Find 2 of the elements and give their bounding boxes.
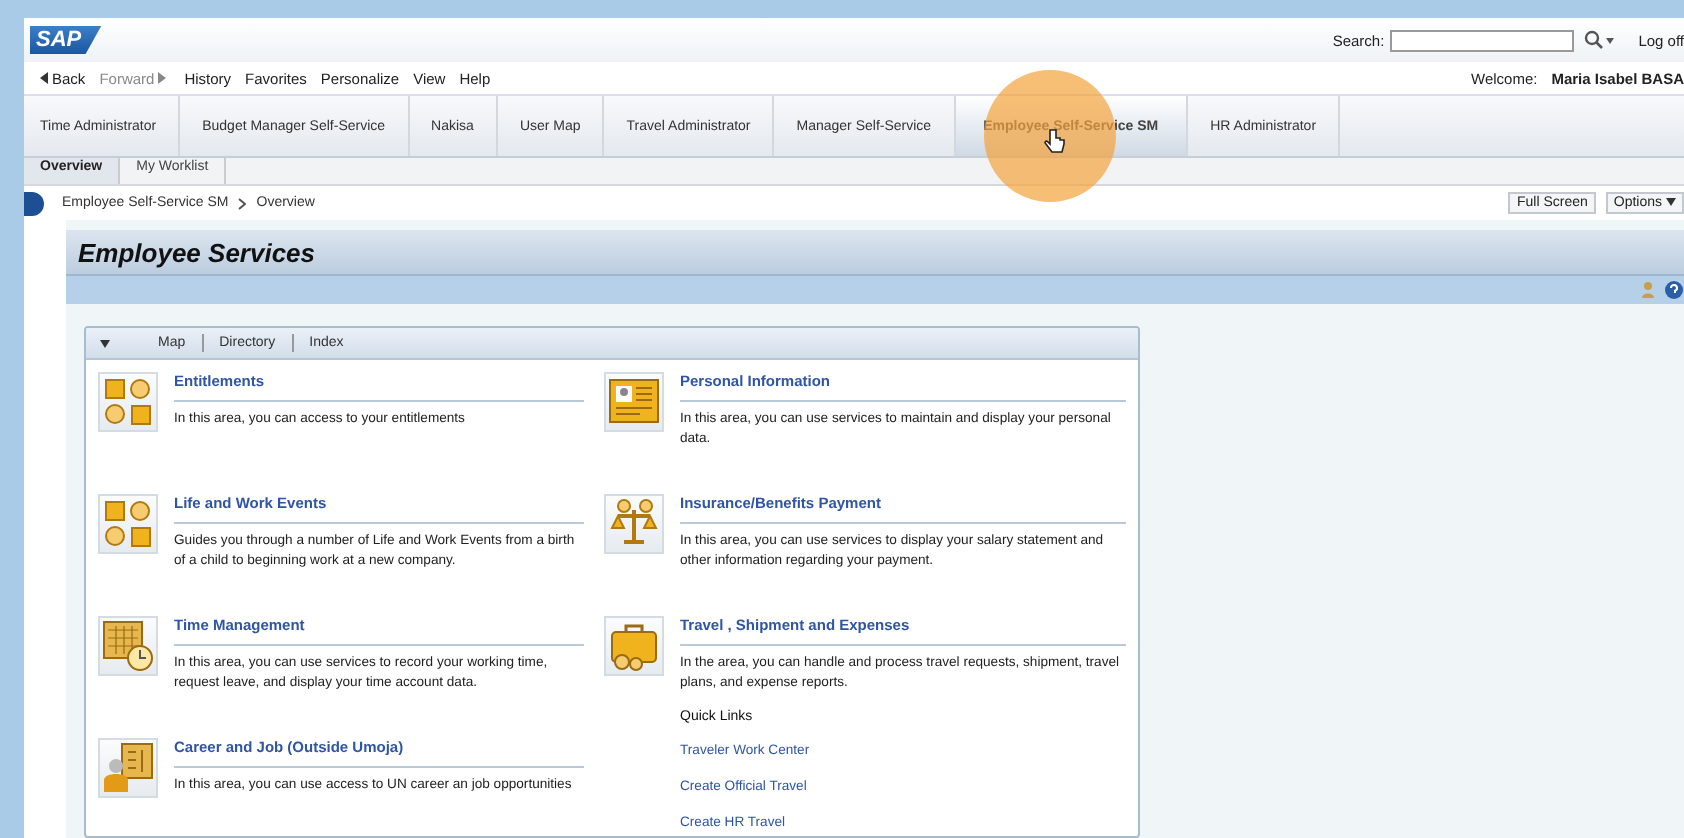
page-title: Employee Services xyxy=(78,237,316,267)
logo: SAP xyxy=(30,26,102,54)
